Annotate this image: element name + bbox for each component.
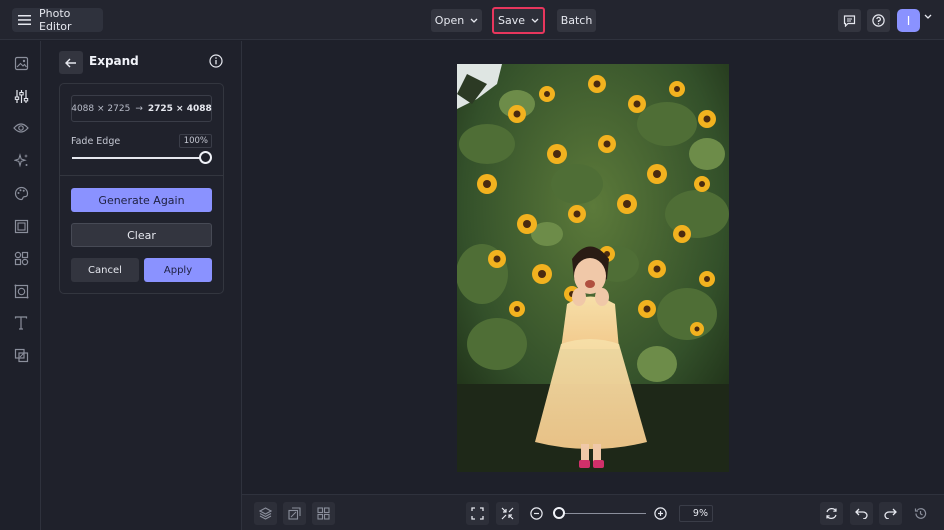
- redo-button[interactable]: [879, 502, 902, 525]
- fade-edge-slider[interactable]: [72, 157, 207, 159]
- actual-size-button[interactable]: [496, 502, 519, 525]
- hamburger-icon: [18, 15, 31, 25]
- overlay-icon[interactable]: [12, 346, 30, 364]
- save-button[interactable]: Save: [492, 7, 545, 34]
- redo-icon: [884, 508, 897, 519]
- zoom-slider[interactable]: [558, 513, 646, 514]
- new-dimensions: 2725 × 4088: [147, 103, 212, 114]
- sparkles-icon[interactable]: [12, 151, 30, 169]
- comment-icon: [843, 14, 856, 27]
- history-icon: [914, 507, 927, 520]
- tool-rail: [0, 41, 41, 530]
- replace-button[interactable]: [820, 502, 843, 525]
- top-bar: Photo Editor Open Save Batch I: [0, 0, 944, 40]
- palette-icon[interactable]: [12, 184, 30, 202]
- clear-button[interactable]: Clear: [71, 223, 212, 247]
- expand-panel: Expand 4088 × 2725 → 2725 × 4088 Fade Ed…: [41, 41, 242, 530]
- fade-edge-value[interactable]: 100%: [179, 134, 212, 148]
- canvas-area[interactable]: [242, 41, 944, 494]
- arrow-right-icon: →: [135, 103, 143, 114]
- grid-icon: [317, 507, 330, 520]
- dimensions-display: 4088 × 2725 → 2725 × 4088: [71, 95, 212, 122]
- chevron-down-icon: [470, 18, 478, 23]
- save-label: Save: [497, 14, 525, 27]
- grid-button[interactable]: [312, 502, 335, 525]
- apply-button[interactable]: Apply: [144, 258, 212, 282]
- feedback-button[interactable]: [838, 9, 861, 32]
- fade-edge-slider-thumb[interactable]: [199, 151, 212, 164]
- help-icon: [872, 14, 885, 27]
- undo-button[interactable]: [850, 502, 873, 525]
- generate-again-button[interactable]: Generate Again: [71, 188, 212, 212]
- fit-screen-button[interactable]: [466, 502, 489, 525]
- app-title: Photo Editor: [39, 7, 72, 33]
- fade-edge-label: Fade Edge: [71, 136, 121, 147]
- info-icon[interactable]: [209, 54, 223, 68]
- refresh-icon: [825, 507, 838, 520]
- sliders-icon[interactable]: [12, 87, 30, 105]
- expand-icon: [471, 507, 484, 520]
- photo-preview[interactable]: [457, 64, 729, 472]
- cancel-button[interactable]: Cancel: [71, 258, 139, 282]
- image-icon[interactable]: [12, 54, 30, 72]
- bottom-toolbar: 9%: [242, 494, 944, 530]
- collapse-icon: [501, 507, 514, 520]
- back-button[interactable]: [59, 51, 83, 74]
- panel-title: Expand: [89, 54, 139, 68]
- shapes-icon[interactable]: [12, 249, 30, 267]
- zoom-slider-thumb[interactable]: [553, 507, 565, 519]
- open-button[interactable]: Open: [431, 9, 482, 32]
- open-label: Open: [434, 14, 465, 27]
- layers-icon: [259, 507, 272, 520]
- divider: [60, 175, 223, 176]
- zoom-in-icon[interactable]: [654, 507, 667, 520]
- eye-icon[interactable]: [12, 119, 30, 137]
- layers-button[interactable]: [254, 502, 277, 525]
- expand-card: 4088 × 2725 → 2725 × 4088 Fade Edge 100%…: [59, 83, 224, 294]
- history-button[interactable]: [909, 502, 932, 525]
- compare-button[interactable]: [283, 502, 306, 525]
- compare-icon: [288, 507, 301, 520]
- help-button[interactable]: [867, 9, 890, 32]
- undo-icon: [855, 508, 868, 519]
- menu-button[interactable]: Photo Editor: [12, 7, 103, 33]
- avatar[interactable]: I: [897, 9, 920, 32]
- zoom-value[interactable]: 9%: [679, 505, 713, 522]
- chevron-down-icon: [531, 18, 539, 23]
- original-dimensions: 4088 × 2725: [71, 103, 131, 114]
- texture-icon[interactable]: [12, 282, 30, 300]
- text-icon[interactable]: [12, 314, 30, 332]
- batch-button[interactable]: Batch: [557, 9, 596, 32]
- frame-icon[interactable]: [12, 217, 30, 235]
- chevron-down-icon[interactable]: [924, 14, 932, 19]
- arrow-left-icon: [65, 58, 77, 68]
- zoom-out-icon[interactable]: [530, 507, 543, 520]
- batch-label: Batch: [560, 14, 593, 27]
